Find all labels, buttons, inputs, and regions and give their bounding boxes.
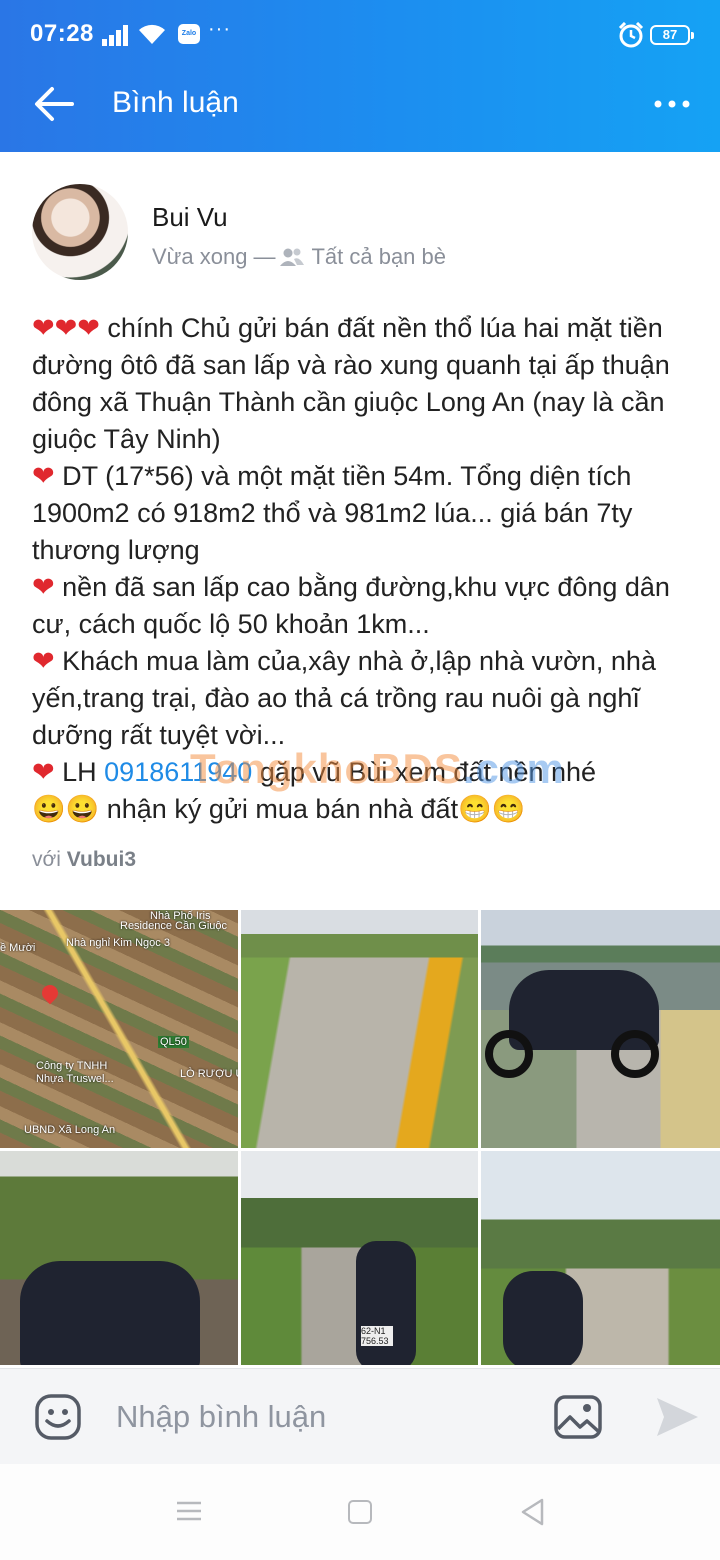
map-label: ề Mười (0, 942, 36, 954)
map-label: Nhựa Truswel... (36, 1073, 114, 1085)
motorbike-photo-1[interactable] (481, 910, 720, 1148)
map-label: LÒ RƯỢU Ú (180, 1068, 238, 1080)
wifi-icon (139, 24, 165, 44)
meta-separator: — (253, 244, 276, 269)
motorbike-photo-2[interactable] (0, 1151, 238, 1365)
header: Bình luận (0, 56, 720, 152)
zalo-icon: Zalo (178, 24, 200, 44)
status-time: 07:28 (30, 20, 94, 47)
friends-icon (280, 248, 305, 266)
tagged-friends: với Vubui3 (32, 848, 136, 872)
hearts-3: ❤ (32, 572, 55, 602)
back-icon[interactable] (520, 1498, 544, 1526)
comment-input[interactable]: Nhập bình luận (116, 1399, 326, 1435)
post-meta: Vừa xong — Tất cả bạn bè (152, 244, 446, 270)
more-notifications-indicator: ··· (208, 18, 231, 40)
contact-prefix: LH (54, 757, 105, 787)
motorbike-photo-3[interactable]: 62-N1 756.53 (241, 1151, 478, 1365)
motorbike-photo-4[interactable] (481, 1151, 720, 1365)
top-bar: 07:28 Zalo ··· 87 Bình luận (0, 0, 720, 152)
map-photo[interactable]: Nhà Phố Iris Residence Cần Giuộc Nhà ngh… (0, 910, 238, 1148)
map-label: Residence Cần Giuộc (120, 920, 228, 932)
wheel (611, 1030, 659, 1078)
back-arrow-icon[interactable] (32, 86, 76, 122)
battery-icon: 87 (650, 25, 694, 45)
tagged-user-link[interactable]: Vubui3 (67, 848, 136, 871)
comment-bar: Nhập bình luận (0, 1368, 720, 1464)
hearts-2: ❤ (32, 461, 55, 491)
navigation-bar (0, 1464, 720, 1560)
watermark-text: TongkhoBDS (190, 745, 463, 792)
map-label: QL50 (158, 1036, 189, 1048)
closing-emoji-end: 😁😁 (458, 794, 526, 824)
status-bar: 07:28 Zalo ··· 87 (0, 0, 720, 56)
map-label: Nhà nghỉ Kim Ngọc 3 (66, 937, 170, 949)
wheel (485, 1030, 533, 1078)
signal-icon (102, 25, 128, 46)
closing-text: nhận ký gửi mua bán nhà đất (99, 794, 459, 824)
more-horizontal-icon[interactable] (654, 92, 690, 116)
map-pin-icon (38, 981, 62, 1005)
hearts-1: ❤❤❤ (32, 313, 100, 343)
author-name[interactable]: Bui Vu (152, 202, 228, 233)
post-line-4: Khách mua làm của,xây nhà ở,lập nhà vườn… (32, 646, 656, 750)
post-line-3: nền đã san lấp cao bằng đường,khu vực đô… (32, 572, 670, 639)
hearts-4: ❤ (32, 646, 55, 676)
avatar[interactable] (32, 184, 128, 280)
closing-emoji-start: 😀😀 (32, 794, 100, 824)
post-privacy: Tất cả bạn bè (311, 244, 447, 269)
image-icon[interactable] (554, 1395, 602, 1439)
license-plate: 62-N1 756.53 (361, 1326, 393, 1346)
road-photo[interactable] (241, 910, 478, 1148)
alarm-icon (618, 22, 644, 48)
photo-grid: Nhà Phố Iris Residence Cần Giuộc Nhà ngh… (0, 910, 720, 1365)
emoji-icon[interactable] (34, 1393, 82, 1441)
menu-icon[interactable] (176, 1500, 202, 1522)
watermark-suffix: .com (462, 745, 565, 792)
watermark: TongkhoBDS.com (190, 745, 565, 793)
motorbike (356, 1241, 416, 1365)
tag-prefix: với (32, 848, 67, 871)
hearts-5: ❤ (32, 757, 55, 787)
map-label: UBND Xã Long An (24, 1124, 116, 1136)
send-icon[interactable] (654, 1395, 700, 1439)
home-icon[interactable] (348, 1500, 372, 1524)
post-line-1: chính Chủ gửi bán đất nền thổ lúa hai mặ… (32, 313, 670, 454)
page-title: Bình luận (112, 86, 239, 119)
map-label: Công ty TNHH (36, 1060, 108, 1072)
post-line-2: DT (17*56) và một mặt tiền 54m. Tổng diệ… (32, 461, 633, 565)
screen: 07:28 Zalo ··· 87 Bình luận Bui Vu Vừa x… (0, 0, 720, 1560)
motorbike (20, 1261, 200, 1365)
post-time: Vừa xong (152, 244, 248, 269)
motorbike (503, 1271, 583, 1365)
